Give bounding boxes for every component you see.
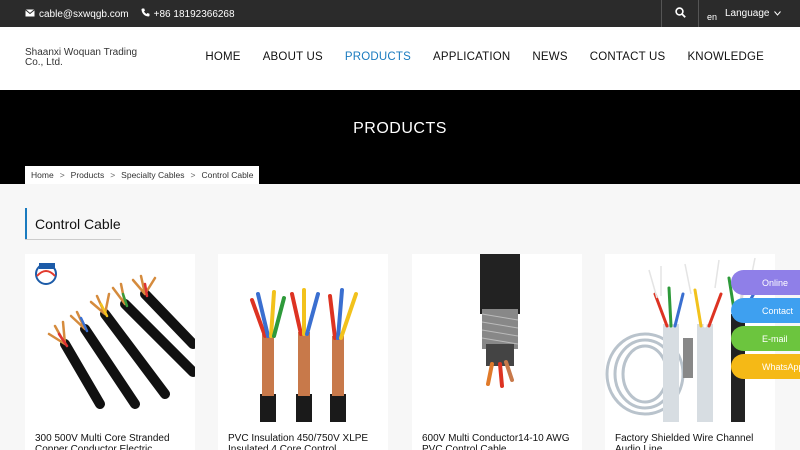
breadcrumb-control-cable[interactable]: Control Cable (201, 170, 253, 180)
phone-icon (141, 8, 150, 20)
product-title[interactable]: PVC Insulation 450/750V XLPE Insulated 4… (228, 433, 380, 450)
main-nav: HOME ABOUT US PRODUCTS APPLICATION NEWS … (205, 51, 764, 63)
breadcrumb-home[interactable]: Home (31, 170, 54, 180)
nav-products[interactable]: PRODUCTS (345, 51, 411, 63)
product-title[interactable]: 600V Multi Conductor14-10 AWG PVC Contro… (422, 433, 574, 450)
nav-contact-us[interactable]: CONTACT US (590, 51, 666, 63)
email-link[interactable]: cable@sxwqgb.com (25, 9, 129, 20)
search-icon (674, 6, 686, 21)
company-name[interactable]: Shaanxi Woquan Trading Co., Ltd. (25, 48, 145, 68)
divider (698, 0, 699, 27)
nav-home[interactable]: HOME (205, 51, 240, 63)
email-text: cable@sxwqgb.com (39, 8, 129, 20)
contact-info: cable@sxwqgb.com +86 18192366268 (25, 8, 235, 20)
nav-news[interactable]: NEWS (532, 51, 567, 63)
product-title[interactable]: 300 500V Multi Core Stranded Copper Cond… (35, 433, 187, 450)
product-image[interactable] (25, 254, 195, 422)
product-card[interactable]: 600V Multi Conductor14-10 AWG PVC Contro… (412, 254, 582, 450)
product-image[interactable] (218, 254, 388, 422)
breadcrumb-separator: > (190, 170, 196, 180)
whatsapp-button[interactable]: WhatsApp (731, 354, 800, 379)
product-image[interactable] (412, 254, 582, 422)
nav-application[interactable]: APPLICATION (433, 51, 510, 63)
search-button[interactable] (662, 0, 698, 27)
language-label: Language (725, 8, 770, 19)
section-title: Control Cable (25, 208, 121, 240)
product-title[interactable]: Factory Shielded Wire Channel Audio Line (615, 433, 767, 450)
top-bar: cable@sxwqgb.com +86 18192366268 en Lang… (0, 0, 800, 27)
email-button[interactable]: E-mail (731, 326, 800, 351)
online-button[interactable]: Online (731, 270, 800, 295)
mail-icon (25, 8, 35, 20)
page-banner: PRODUCTS Home > Products > Specialty Cab… (0, 90, 800, 184)
site-header: Shaanxi Woquan Trading Co., Ltd. HOME AB… (0, 27, 800, 90)
contact-button[interactable]: Contact (731, 298, 800, 323)
language-code: en (707, 12, 718, 22)
language-selector[interactable]: Language (725, 8, 781, 19)
phone-link[interactable]: +86 18192366268 (141, 8, 235, 20)
divider (25, 239, 121, 240)
breadcrumb-products[interactable]: Products (71, 170, 105, 180)
breadcrumb: Home > Products > Specialty Cables > Con… (25, 166, 260, 184)
chevron-down-icon (773, 8, 781, 19)
phone-text: +86 18192366268 (153, 8, 235, 20)
page-title: PRODUCTS (353, 120, 447, 137)
product-card[interactable]: PVC Insulation 450/750V XLPE Insulated 4… (218, 254, 388, 450)
product-card[interactable]: 300 500V Multi Core Stranded Copper Cond… (25, 254, 195, 450)
nav-knowledge[interactable]: KNOWLEDGE (687, 51, 764, 63)
breadcrumb-separator: > (59, 170, 65, 180)
product-grid: 300 500V Multi Core Stranded Copper Cond… (25, 254, 775, 450)
breadcrumb-separator: > (110, 170, 116, 180)
breadcrumb-specialty-cables[interactable]: Specialty Cables (121, 170, 184, 180)
nav-about-us[interactable]: ABOUT US (263, 51, 323, 63)
